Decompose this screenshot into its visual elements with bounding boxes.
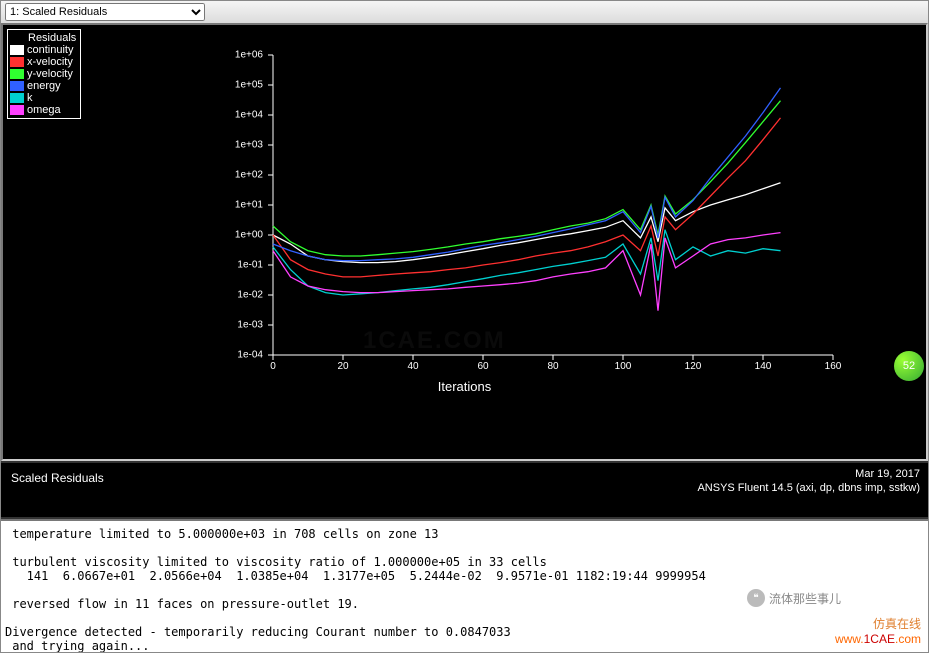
y-tick-label: 1e+03	[235, 140, 263, 151]
branding-url: www.1CAE.com	[835, 632, 921, 647]
legend-title: Residuals	[10, 32, 76, 44]
y-tick-label: 1e-01	[237, 260, 263, 271]
legend-item: k	[10, 92, 76, 104]
y-tick-label: 1e+00	[235, 230, 263, 241]
legend-item: omega	[10, 104, 76, 116]
legend-item: energy	[10, 80, 76, 92]
y-tick-label: 1e+04	[235, 110, 263, 121]
legend-item: y-velocity	[10, 68, 76, 80]
y-tick-label: 1e-04	[237, 350, 263, 361]
page-badge: 52	[894, 351, 924, 381]
footer-title: Scaled Residuals	[11, 471, 104, 485]
x-tick-label: 160	[825, 361, 842, 372]
legend: Residuals continuityx-velocityy-velocity…	[7, 29, 81, 119]
plot-footer: Scaled Residuals Mar 19, 2017 ANSYS Flue…	[1, 461, 928, 519]
residual-chart	[273, 55, 833, 355]
branding-line1: 仿真在线	[835, 617, 921, 632]
app-window: 1: Scaled Residuals Residuals continuity…	[0, 0, 929, 653]
x-tick-label: 80	[547, 361, 558, 372]
legend-label: y-velocity	[27, 68, 73, 80]
legend-color-swatch	[10, 45, 24, 55]
y-tick-label: 1e+01	[235, 200, 263, 211]
wechat-overlay: ❝ 流体那些事儿	[747, 589, 841, 607]
view-select[interactable]: 1: Scaled Residuals	[5, 3, 205, 21]
footer-version: ANSYS Fluent 14.5 (axi, dp, dbns imp, ss…	[697, 481, 920, 495]
y-tick-label: 1e+05	[235, 80, 263, 91]
plot-area: Residuals continuityx-velocityy-velocity…	[1, 23, 928, 461]
legend-color-swatch	[10, 81, 24, 91]
watermark: 1CAE.COM	[363, 327, 506, 355]
branding-overlay: 仿真在线 www.1CAE.com	[835, 617, 921, 647]
legend-label: energy	[27, 80, 61, 92]
legend-color-swatch	[10, 93, 24, 103]
text-console[interactable]: temperature limited to 5.000000e+03 in 7…	[1, 519, 928, 652]
x-tick-label: 40	[407, 361, 418, 372]
series-continuity	[273, 183, 781, 263]
wechat-label: 流体那些事儿	[769, 590, 841, 607]
y-tick-label: 1e+06	[235, 50, 263, 61]
x-tick-label: 120	[685, 361, 702, 372]
footer-right: Mar 19, 2017 ANSYS Fluent 14.5 (axi, dp,…	[697, 467, 920, 495]
x-tick-label: 100	[615, 361, 632, 372]
y-axis-ticks: 1e+061e+051e+041e+031e+021e+011e+001e-01…	[218, 55, 263, 355]
toolbar: 1: Scaled Residuals	[1, 1, 928, 23]
legend-item: continuity	[10, 44, 76, 56]
x-tick-label: 140	[755, 361, 772, 372]
legend-color-swatch	[10, 57, 24, 67]
y-tick-label: 1e-03	[237, 320, 263, 331]
x-tick-label: 0	[270, 361, 276, 372]
x-tick-label: 20	[337, 361, 348, 372]
x-tick-label: 60	[477, 361, 488, 372]
legend-item: x-velocity	[10, 56, 76, 68]
wechat-icon: ❝	[747, 589, 765, 607]
y-tick-label: 1e+02	[235, 170, 263, 181]
y-tick-label: 1e-02	[237, 290, 263, 301]
legend-color-swatch	[10, 105, 24, 115]
legend-label: continuity	[27, 44, 73, 56]
legend-color-swatch	[10, 69, 24, 79]
legend-label: omega	[27, 104, 61, 116]
legend-label: k	[27, 92, 33, 104]
legend-label: x-velocity	[27, 56, 73, 68]
x-axis-label: Iterations	[3, 379, 926, 394]
footer-date: Mar 19, 2017	[697, 467, 920, 481]
series-y-velocity	[273, 101, 781, 256]
